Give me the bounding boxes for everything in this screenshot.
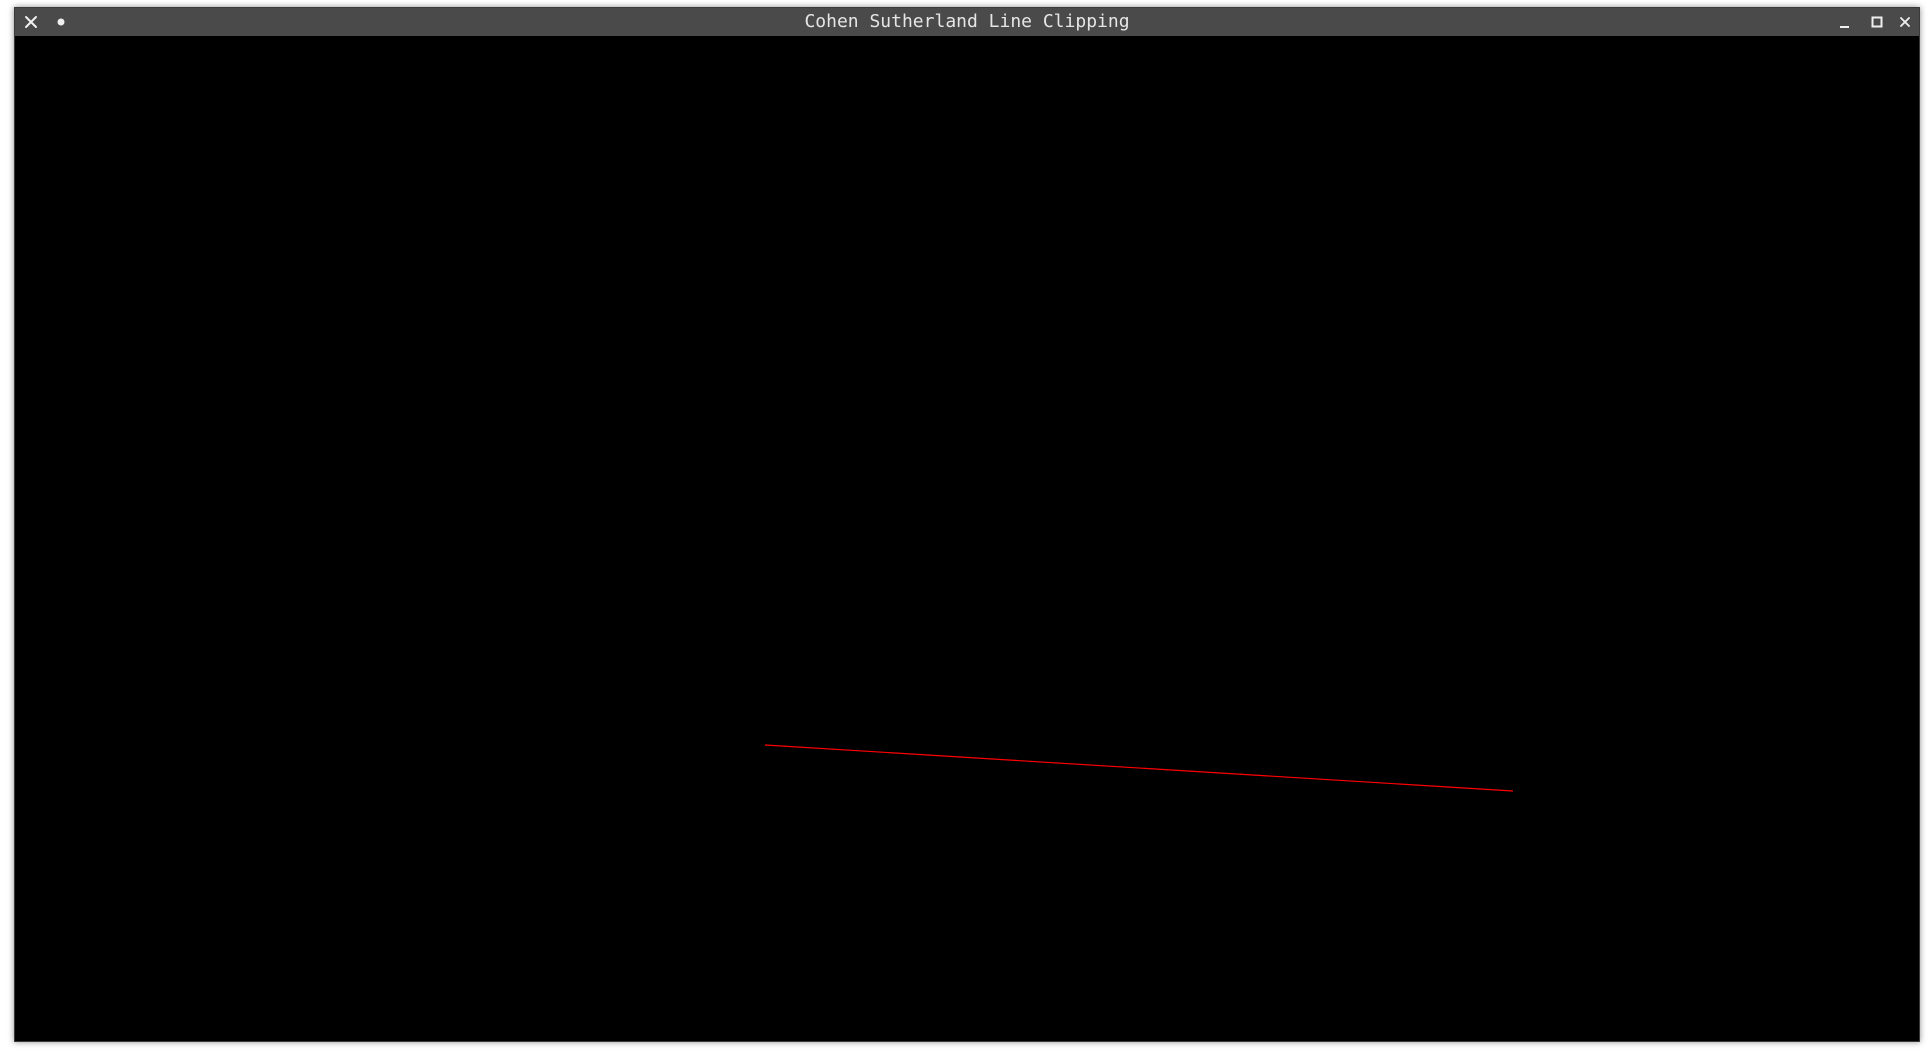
pin-dot-icon[interactable]	[47, 8, 75, 36]
window-close-icon[interactable]	[1891, 8, 1919, 36]
titlebar[interactable]: Cohen Sutherland Line Clipping	[15, 8, 1919, 36]
close-icon[interactable]	[17, 8, 45, 36]
minimize-icon[interactable]	[1831, 8, 1859, 36]
clipped-line	[764, 744, 1514, 792]
drawing-canvas[interactable]	[15, 36, 1919, 1041]
canvas-svg	[764, 744, 1514, 792]
app-window: Cohen Sutherland Line Clipping	[14, 7, 1920, 1042]
window-title: Cohen Sutherland Line Clipping	[804, 11, 1130, 32]
maximize-icon[interactable]	[1863, 8, 1891, 36]
